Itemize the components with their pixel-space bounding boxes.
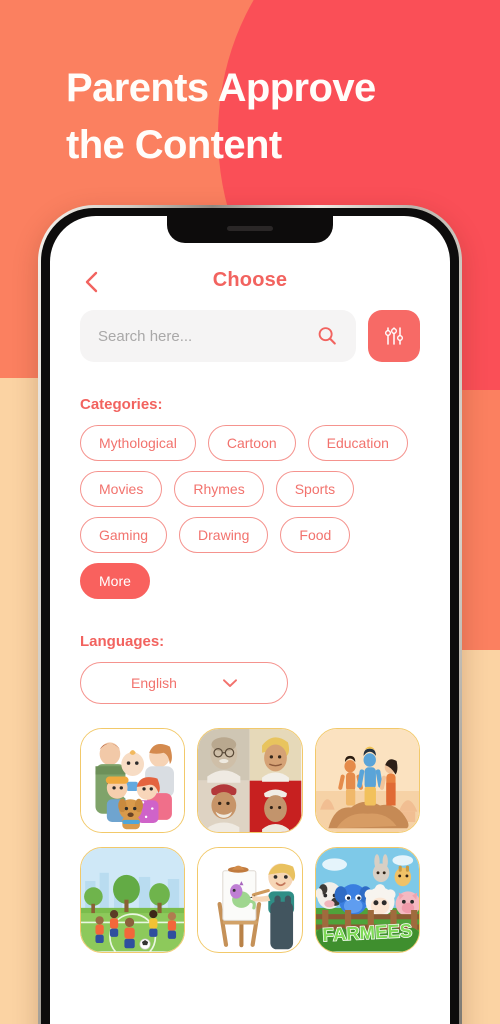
cocomelon-artwork [81,729,185,833]
category-chip-more[interactable]: More [80,563,150,599]
language-select[interactable]: English [80,662,288,704]
category-chip-rhymes[interactable]: Rhymes [174,471,264,507]
phone-screen: Choose Search here... Categories: Mythol… [50,216,450,1024]
content-grid: FARMEES [80,728,420,953]
phone-notch [167,216,333,243]
page-title: Choose [212,269,288,291]
cocomelon-family-thumbnail[interactable] [80,728,186,834]
drawing-painter-thumbnail[interactable] [197,847,303,953]
app-content: Choose Search here... Categories: Mythol… [50,216,450,1024]
category-chip-mythological[interactable]: Mythological [80,425,196,461]
language-select-value: English [131,675,177,691]
phone-bezel: Choose Search here... Categories: Mythol… [41,208,459,1024]
category-chip-education[interactable]: Education [307,425,408,461]
category-chip-list: Mythological Cartoon Education Movies Rh… [80,425,420,599]
mythology-ramayana-thumbnail[interactable] [314,728,420,834]
mythology-artwork [315,729,419,833]
football-artwork [81,848,185,952]
category-chip-cartoon[interactable]: Cartoon [207,425,296,461]
freedom-fighters-thumbnail[interactable] [197,728,303,834]
earpiece-speaker [227,226,273,231]
promo-headline: Parents Approve the Content [66,60,466,174]
category-chip-sports[interactable]: Sports [275,471,355,507]
kids-football-thumbnail[interactable] [80,847,186,953]
farmees-thumbnail[interactable]: FARMEES [314,847,420,953]
headline-line-2: the Content [66,123,282,168]
category-chip-drawing[interactable]: Drawing [179,517,269,553]
filter-button[interactable] [368,310,420,362]
category-chip-gaming[interactable]: Gaming [80,517,168,553]
chevron-left-icon [85,271,98,293]
farmees-artwork: FARMEES [315,848,419,952]
sliders-filter-icon [385,327,403,345]
languages-label: Languages: [80,633,165,650]
categories-label: Categories: [80,396,163,413]
freedom-fighters-artwork [198,729,302,833]
back-button[interactable] [80,270,102,294]
headline-line-1: Parents Approve [66,66,376,110]
chevron-down-icon [223,678,237,687]
search-icon[interactable] [316,325,338,347]
category-chip-movies[interactable]: Movies [80,471,163,507]
category-chip-food[interactable]: Food [280,517,351,553]
phone-mockup: Choose Search here... Categories: Mythol… [38,205,462,1024]
painter-artwork [198,848,302,952]
search-box[interactable] [80,310,356,362]
search-row [80,310,420,362]
search-input[interactable] [98,327,316,345]
